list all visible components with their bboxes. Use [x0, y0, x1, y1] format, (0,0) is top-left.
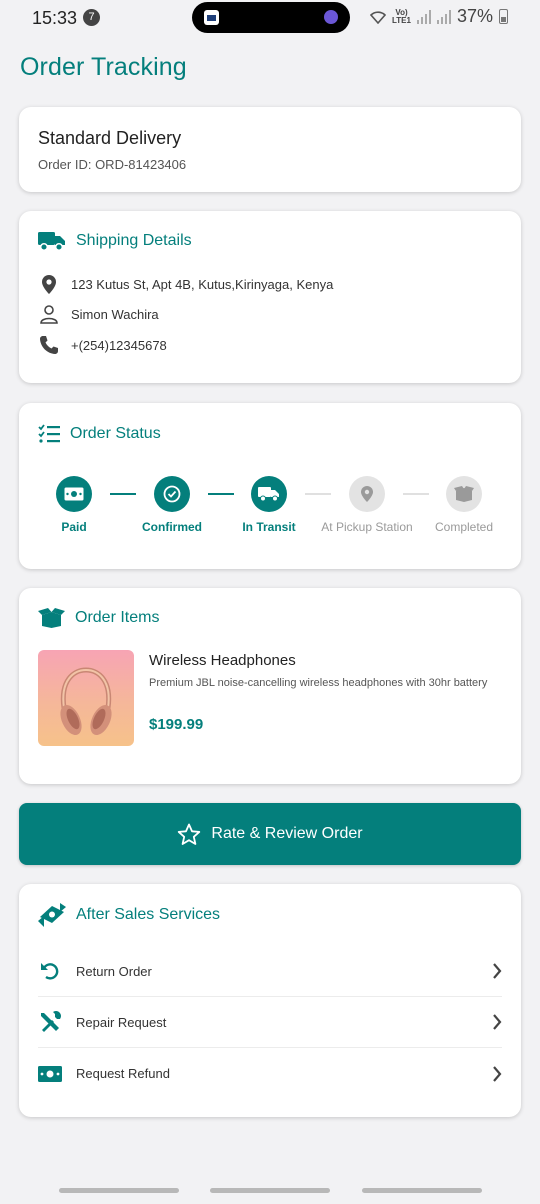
order-status-header: Order Status: [38, 424, 161, 444]
wifi-icon: [370, 10, 386, 24]
nav-recent-handle[interactable]: [59, 1188, 179, 1193]
nav-home-handle[interactable]: [210, 1188, 330, 1193]
battery-icon: [499, 9, 508, 24]
status-step-label: Paid: [61, 520, 87, 534]
after-sales-header: After Sales Services: [38, 903, 220, 927]
status-step-label: Completed: [434, 520, 494, 534]
order-status-card: Order Status Paid Confirmed In Transit A…: [19, 403, 521, 569]
status-step-paid: Paid: [24, 476, 124, 534]
status-step-label: At Pickup Station: [321, 520, 413, 534]
exchange-money-icon: [38, 903, 66, 927]
after-sales-card: After Sales Services Return Order Repair…: [19, 884, 521, 1117]
app-notification-icon: [204, 10, 219, 25]
signal-icon: [416, 9, 431, 24]
system-nav-bar: [0, 1180, 540, 1204]
app-notification-icon-2: [324, 10, 338, 24]
network-type: Vo) LTE1: [392, 7, 411, 25]
order-items-card: Order Items Wireless Headphones Premium …: [19, 588, 521, 784]
after-sales-heading: After Sales Services: [76, 906, 221, 923]
truck-icon: [38, 232, 65, 252]
shipping-address-row: 123 Kutus St, Apt 4B, Kutus,Kirinyaga, K…: [39, 275, 333, 294]
status-time: 15:33: [32, 8, 78, 28]
headphones-icon: [60, 667, 112, 735]
product-image[interactable]: [38, 650, 134, 746]
order-id: Order ID: ORD-81423406: [38, 157, 187, 172]
chevron-right-icon: [493, 1014, 502, 1030]
order-status-heading: Order Status: [70, 425, 161, 442]
status-indicators: Vo) LTE1 37%: [370, 6, 508, 27]
status-step-pickup: At Pickup Station: [317, 476, 417, 534]
product-description: Premium JBL noise-cancelling wireless he…: [149, 677, 488, 689]
recipient-phone: +(254)12345678: [71, 337, 167, 353]
shipping-heading: Shipping Details: [76, 232, 192, 249]
status-step-confirmed: Confirmed: [122, 476, 222, 534]
rate-review-label: Rate & Review Order: [211, 825, 363, 842]
tools-icon: [41, 1011, 61, 1032]
box-open-icon: [38, 608, 65, 628]
phone-icon: [40, 336, 58, 354]
star-icon: [178, 823, 201, 845]
signal-icon-2: [436, 9, 451, 24]
product-price: $199.99: [149, 716, 204, 733]
shipping-card: Shipping Details 123 Kutus St, Apt 4B, K…: [19, 211, 521, 383]
camera-cutout: [192, 2, 350, 33]
checklist-icon: [38, 424, 60, 443]
delivery-type: Standard Delivery: [38, 128, 182, 148]
service-label: Return Order: [76, 963, 152, 979]
status-step-in-transit: In Transit: [219, 476, 319, 534]
chevron-right-icon: [493, 963, 502, 979]
money-icon: [38, 1065, 62, 1082]
service-label: Repair Request: [76, 1014, 167, 1030]
undo-icon: [41, 963, 59, 980]
service-return-order[interactable]: Return Order: [38, 946, 502, 997]
chevron-right-icon: [493, 1065, 502, 1082]
shipping-header: Shipping Details: [38, 230, 192, 252]
product-name[interactable]: Wireless Headphones: [149, 652, 296, 669]
status-bar: 15:33 7 Vo) LTE1 37%: [0, 0, 540, 36]
status-step-label: In Transit: [242, 520, 296, 534]
box-icon: [454, 486, 474, 502]
status-step-label: Confirmed: [142, 520, 202, 534]
delivery-card: Standard Delivery Order ID: ORD-81423406: [19, 107, 521, 192]
order-items-header: Order Items: [38, 608, 159, 628]
status-step-completed: Completed: [414, 476, 514, 534]
rate-review-button[interactable]: Rate & Review Order: [19, 803, 521, 865]
page-title: Order Tracking: [20, 53, 187, 81]
service-request-refund[interactable]: Request Refund: [38, 1048, 502, 1099]
shipping-name-row: Simon Wachira: [39, 305, 159, 324]
service-label: Request Refund: [76, 1066, 170, 1081]
notification-badge: 7: [83, 9, 100, 26]
nav-back-handle[interactable]: [362, 1188, 482, 1193]
service-repair-request[interactable]: Repair Request: [38, 997, 502, 1048]
shipping-address: 123 Kutus St, Apt 4B, Kutus,Kirinyaga, K…: [71, 277, 334, 292]
money-icon: [64, 487, 84, 501]
check-circle-icon: [163, 485, 181, 503]
location-pin-icon: [361, 486, 373, 502]
order-items-heading: Order Items: [75, 609, 160, 626]
shipping-phone-row: +(254)12345678: [39, 335, 167, 355]
recipient-name: Simon Wachira: [71, 307, 159, 322]
location-pin-icon: [42, 275, 56, 294]
user-icon: [40, 305, 58, 324]
battery-percent: 37%: [456, 6, 493, 26]
truck-icon: [258, 487, 279, 502]
